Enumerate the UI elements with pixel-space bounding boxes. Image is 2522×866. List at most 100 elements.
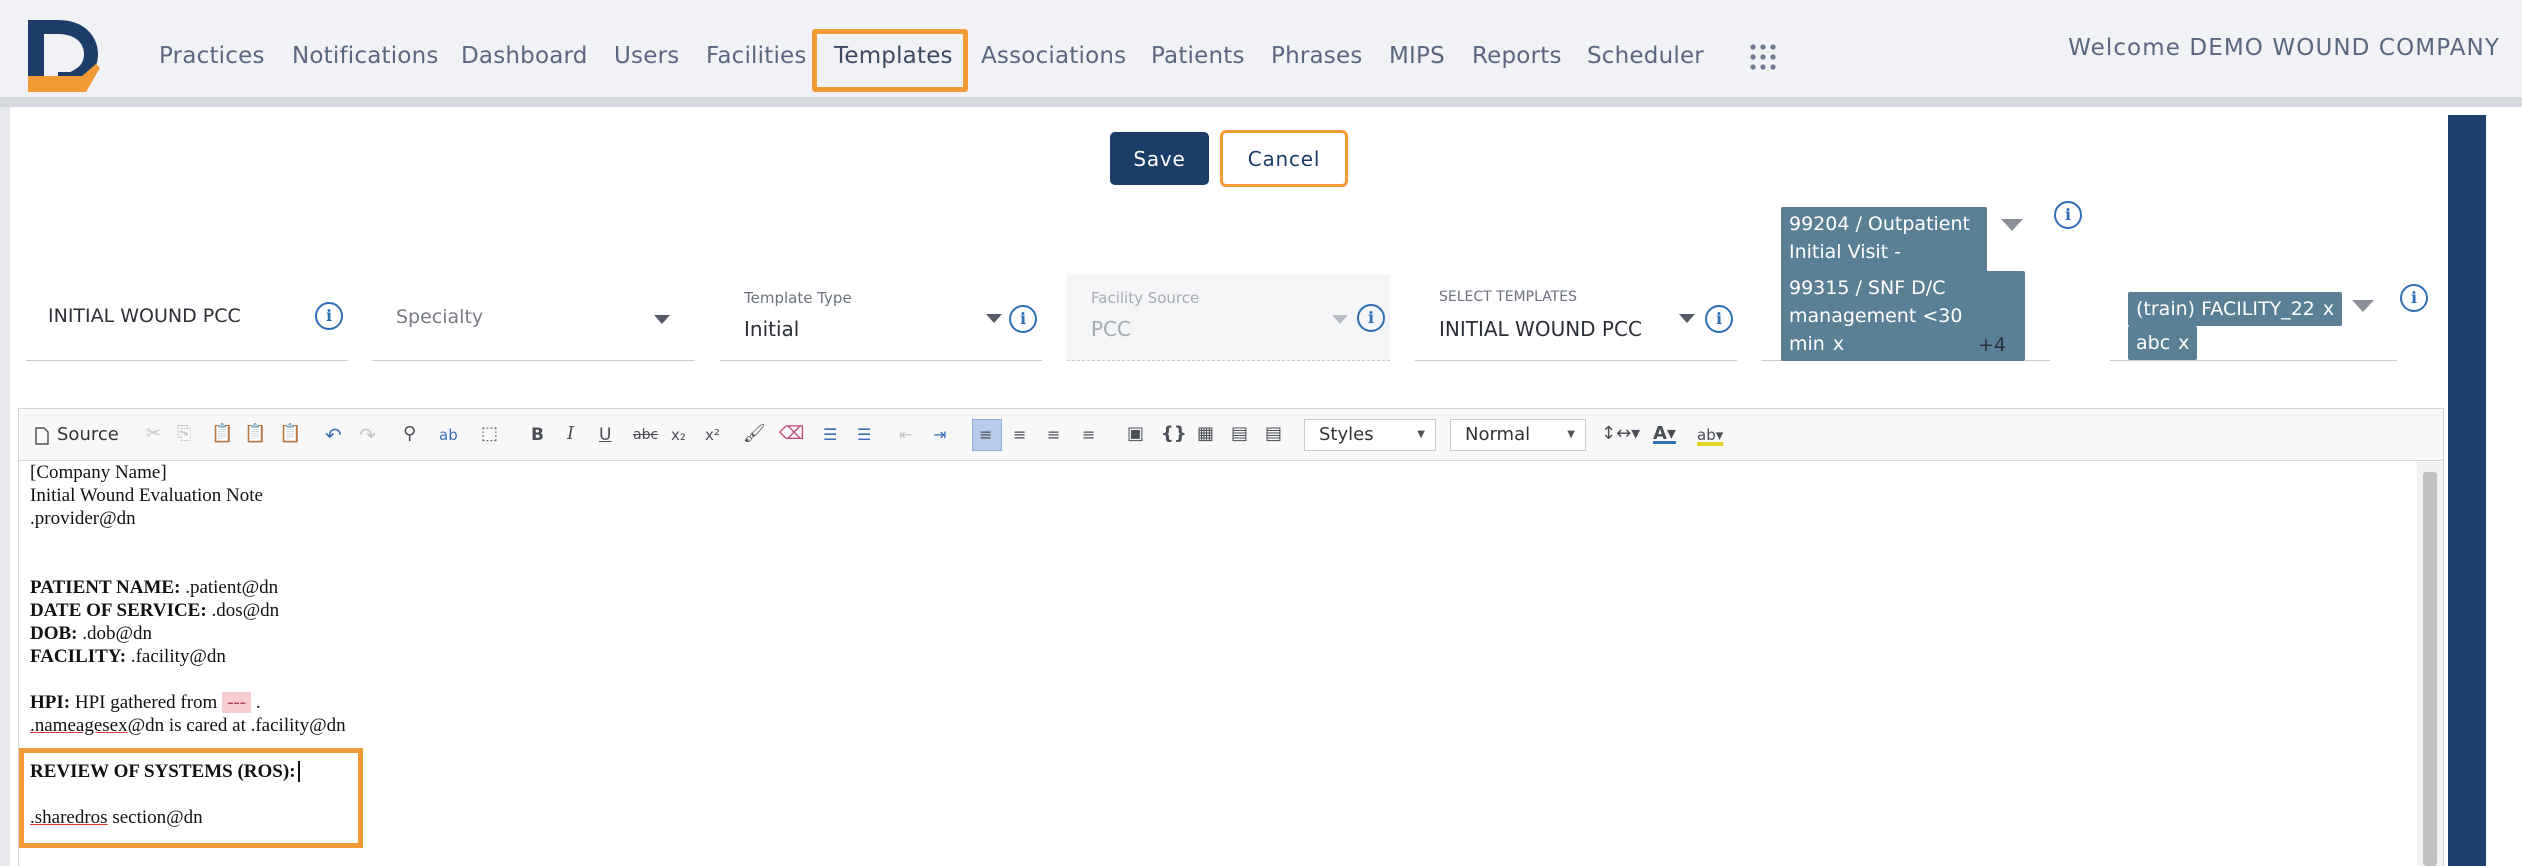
company-logo[interactable] (24, 18, 104, 94)
subscript-icon[interactable]: x₂ (671, 426, 686, 444)
facility-chip-label: abc (2136, 332, 2171, 354)
cpt-more-count[interactable]: +4 (1978, 334, 2006, 356)
editor-scrollbar-thumb[interactable] (2423, 472, 2437, 866)
nav-practices[interactable]: Practices (159, 43, 265, 69)
spellcheck-icon[interactable]: ab (439, 426, 458, 444)
background-color-icon[interactable]: ab▾ (1697, 426, 1723, 444)
specialty-select[interactable]: Specialty (372, 285, 695, 361)
facilities-chevron-down-icon[interactable] (2352, 300, 2374, 312)
nav-templates[interactable]: Templates (834, 43, 953, 69)
nav-reports[interactable]: Reports (1472, 43, 1562, 69)
apps-grid-icon[interactable] (1748, 42, 1778, 72)
facility-source-chevron-down-icon (1332, 315, 1348, 324)
copy-icon[interactable]: ⎘ (177, 423, 191, 444)
sharedros-rest: section@dn (107, 807, 203, 828)
template-name-field[interactable]: INITIAL WOUND PCC i (26, 285, 348, 361)
facility-chip-label: (train) FACILITY_22 (2136, 298, 2315, 320)
facility-value: .facility@dn (126, 646, 226, 667)
paste-from-word-icon[interactable]: 📋 (279, 423, 301, 444)
justify-icon[interactable]: ≡ (1082, 425, 1095, 444)
image-icon[interactable]: ▣ (1127, 423, 1144, 444)
cpt-info-icon[interactable]: i (2054, 201, 2082, 229)
template-type-select[interactable]: Template Type Initial i (720, 285, 1042, 361)
italic-icon[interactable]: I (567, 423, 574, 444)
facility-label: FACILITY: (30, 646, 127, 667)
styles-dropdown[interactable]: Styles ▼ (1304, 419, 1436, 451)
styles-dropdown-label: Styles (1319, 424, 1374, 445)
redo-icon[interactable]: ↷ (359, 423, 376, 447)
cpt-codes-select[interactable]: 99204 / Outpatient Initial Visit - Mod..… (1761, 205, 2050, 361)
select-all-icon[interactable]: ⬚ (481, 423, 498, 444)
cared-at-text: @dn is cared at .facility@dn (127, 715, 346, 736)
cancel-button[interactable]: Cancel (1220, 130, 1348, 187)
nav-mips[interactable]: MIPS (1389, 43, 1445, 69)
top-navigation: Practices Notifications Dashboard Users … (0, 0, 2522, 107)
cpt-chevron-down-icon[interactable] (2001, 219, 2023, 231)
template-type-value: Initial (744, 317, 800, 341)
nav-notifications[interactable]: Notifications (292, 43, 439, 69)
line-height-icon[interactable]: ↕↔▾ (1601, 423, 1640, 444)
nav-scheduler[interactable]: Scheduler (1587, 43, 1704, 69)
format-dropdown[interactable]: Normal ▼ (1450, 419, 1586, 451)
provider-line: .provider@dn (30, 508, 136, 529)
facility-source-info-icon[interactable]: i (1357, 304, 1385, 332)
facility-line: FACILITY: .facility@dn (30, 646, 226, 668)
insert-column-icon[interactable]: ▤ (1265, 423, 1282, 444)
nav-dashboard[interactable]: Dashboard (461, 43, 588, 69)
facilities-select[interactable]: (train) FACILITY_22 x abc x (2110, 280, 2397, 361)
remove-chip-button[interactable]: x (2323, 298, 2334, 320)
hpi-end: . (251, 692, 261, 713)
align-right-icon[interactable]: ≡ (1047, 425, 1060, 444)
source-button[interactable]: Source (57, 424, 119, 445)
align-left-icon[interactable]: ≡ (972, 419, 1002, 451)
underline-icon[interactable]: U (599, 425, 611, 445)
hpi-value: HPI gathered from (70, 692, 223, 713)
cut-icon[interactable]: ✂ (146, 423, 161, 444)
dos-label: DATE OF SERVICE: (30, 600, 207, 621)
nav-users[interactable]: Users (614, 43, 679, 69)
editor-content[interactable]: [Company Name] Initial Wound Evaluation … (19, 462, 2417, 866)
facilities-info-icon[interactable]: i (2400, 284, 2428, 312)
editor-scrollbar[interactable] (2417, 462, 2443, 866)
hpi-placeholder[interactable]: --- (222, 692, 252, 713)
remove-chip-button[interactable]: x (1833, 333, 1844, 355)
cpt-chip-line1: 99204 / Outpatient (1789, 213, 1970, 235)
bulleted-list-icon[interactable]: ☰ (857, 425, 871, 444)
indent-icon[interactable]: ⇥ (933, 425, 946, 444)
undo-icon[interactable]: ↶ (325, 423, 342, 447)
save-button[interactable]: Save (1110, 132, 1209, 185)
select-templates-select[interactable]: SELECT TEMPLATES INITIAL WOUND PCC i (1415, 285, 1737, 361)
insert-row-icon[interactable]: ▤ (1231, 423, 1248, 444)
find-icon[interactable]: ⚲ (403, 423, 416, 444)
dos-value: .dos@dn (206, 600, 280, 621)
facility-source-select[interactable]: Facility Source PCC i (1067, 275, 1390, 361)
paste-text-icon[interactable]: 📋 (244, 423, 266, 444)
superscript-icon[interactable]: x² (705, 426, 720, 444)
text-color-icon[interactable]: A▾ (1653, 423, 1676, 444)
cpt-chip-line2: management <30 min (1789, 305, 1963, 355)
select-templates-info-icon[interactable]: i (1705, 305, 1733, 333)
strikethrough-icon[interactable]: abc (633, 427, 658, 443)
remove-chip-button[interactable]: x (2178, 332, 2189, 354)
align-center-icon[interactable]: ≡ (1013, 425, 1026, 444)
cpt-chip-line1: 99315 / SNF D/C (1789, 277, 1946, 299)
paste-icon[interactable]: 📋 (211, 423, 233, 444)
template-type-info-icon[interactable]: i (1009, 305, 1037, 333)
nav-facilities[interactable]: Facilities (706, 43, 807, 69)
table-icon[interactable]: ▦ (1197, 423, 1214, 444)
nav-patients[interactable]: Patients (1151, 43, 1245, 69)
select-templates-value: INITIAL WOUND PCC (1439, 317, 1642, 341)
remove-format-icon[interactable]: ⌫ (779, 423, 804, 444)
nav-phrases[interactable]: Phrases (1271, 43, 1363, 69)
numbered-list-icon[interactable]: ☰ (823, 425, 837, 444)
copy-formatting-icon[interactable]: 🖌 (743, 423, 766, 444)
select-templates-chevron-down-icon (1679, 314, 1695, 323)
bold-icon[interactable]: B (531, 425, 544, 445)
outdent-icon[interactable]: ⇤ (899, 425, 912, 444)
rich-text-editor: Source ✂ ⎘ 📋 📋 📋 ↶ ↷ ⚲ ab ⬚ B I U abc x₂… (18, 408, 2444, 866)
template-type-label: Template Type (744, 289, 852, 307)
template-name-info-icon[interactable]: i (315, 302, 343, 330)
placeholder-icon[interactable]: {} (1161, 423, 1187, 444)
nav-associations[interactable]: Associations (981, 43, 1126, 69)
dob-label: DOB: (30, 623, 78, 644)
